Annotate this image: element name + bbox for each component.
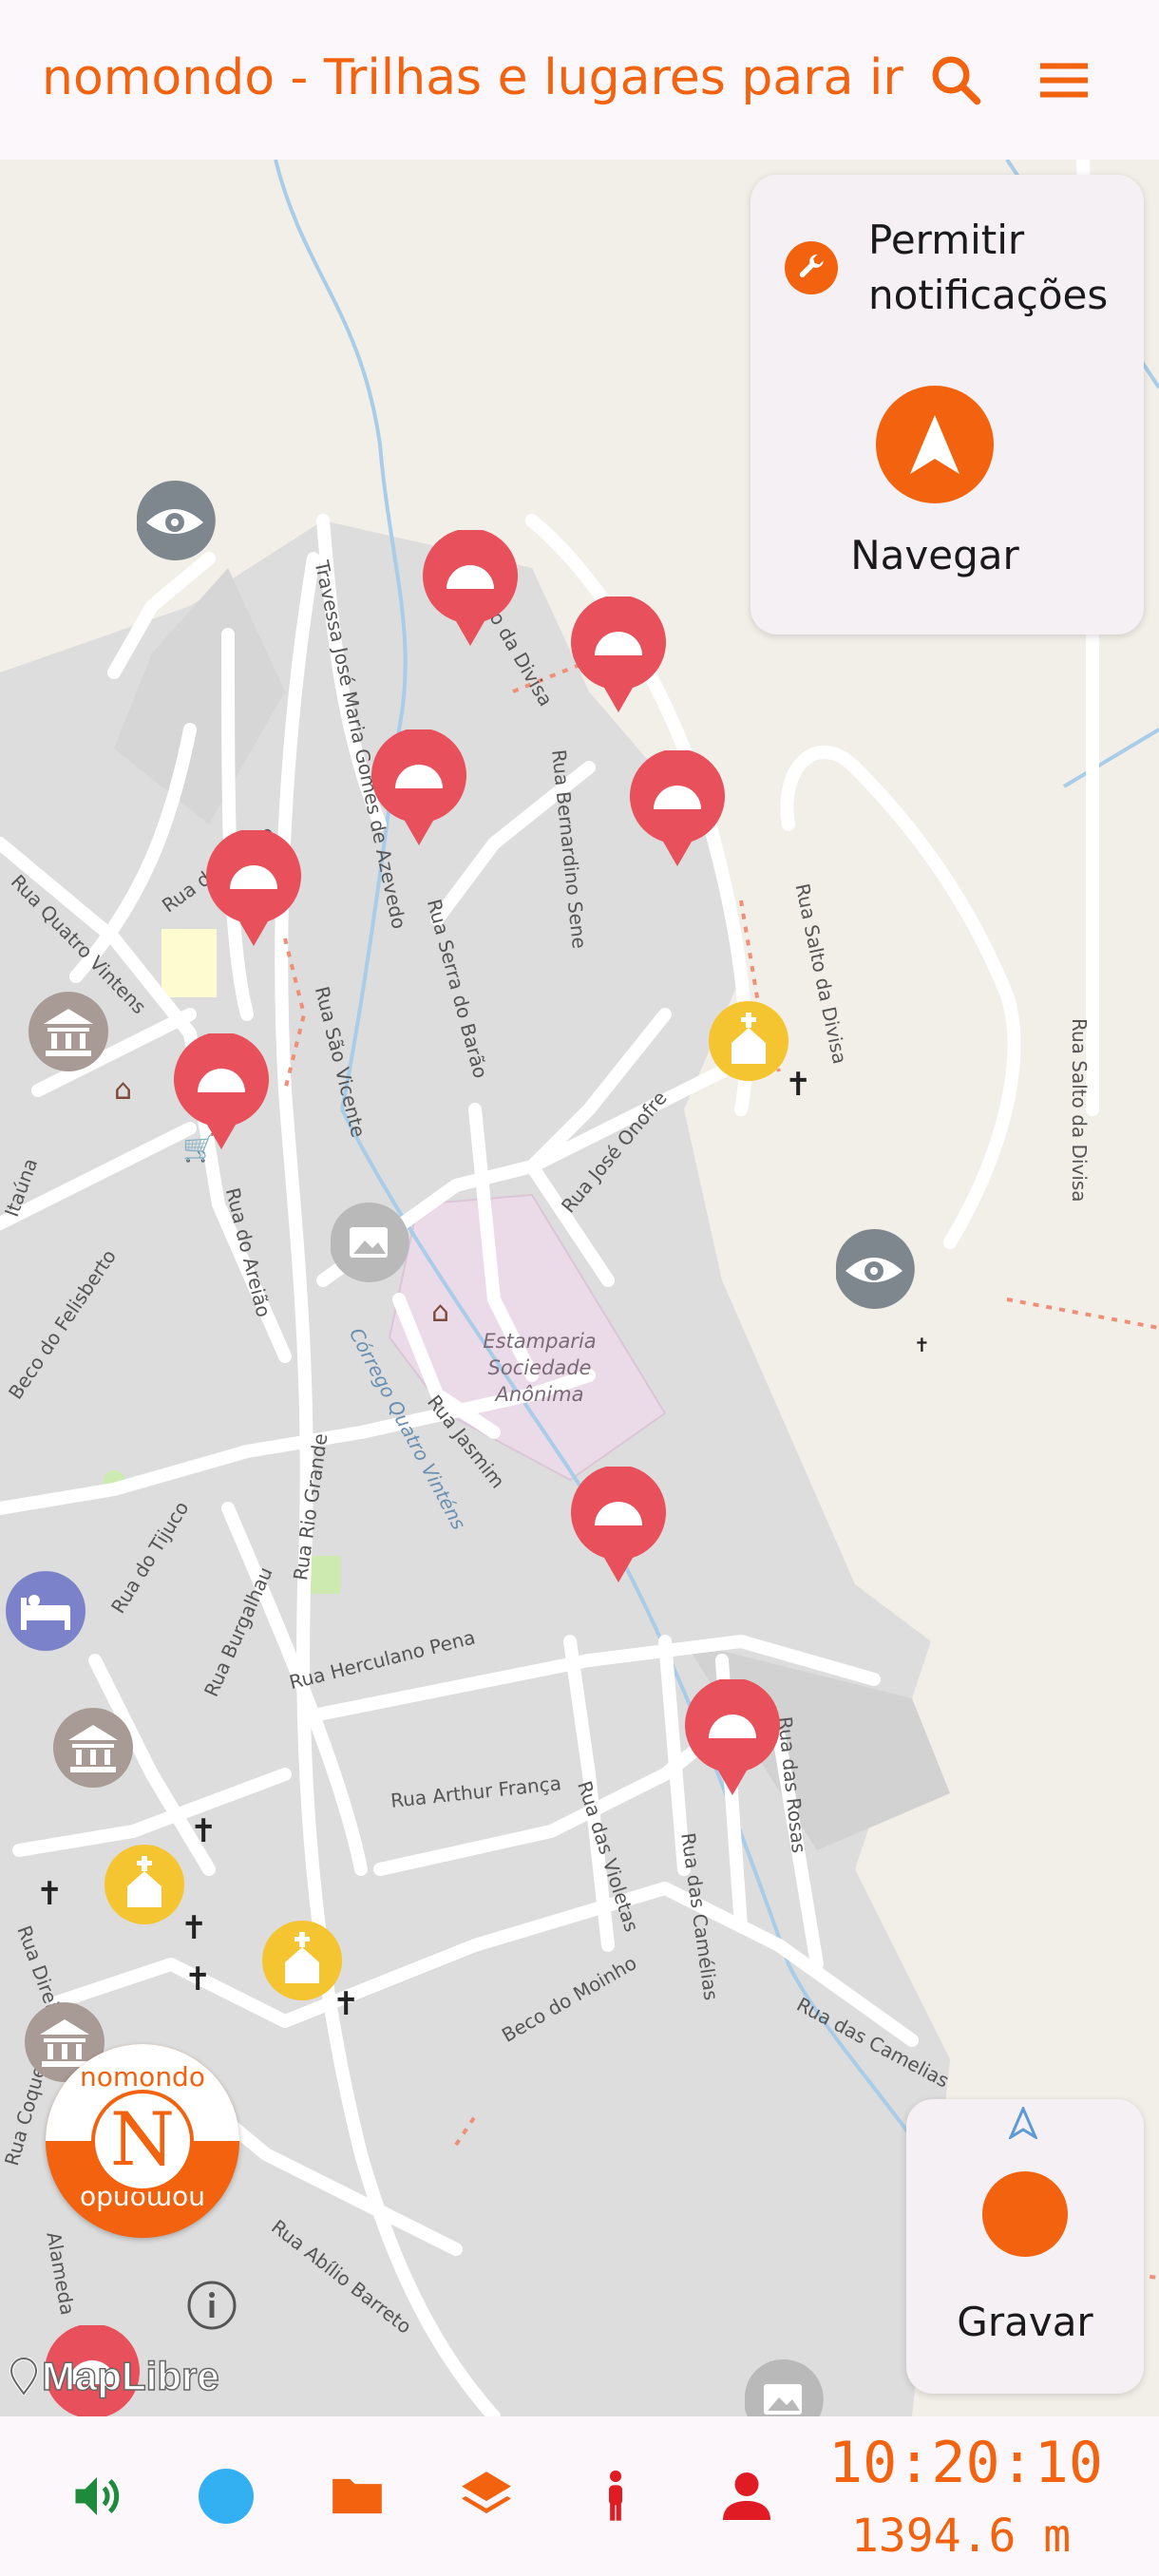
historic-building-icon: ⌂	[114, 1073, 133, 1107]
badge-letter: N	[109, 2097, 176, 2183]
bottom-bar: 10:20:10 1394.6 m	[0, 2416, 1159, 2576]
cross-icon: ✝	[184, 1960, 212, 1998]
compass-icon	[1007, 2105, 1039, 2141]
layers-icon[interactable]	[448, 2458, 524, 2534]
museum-icon[interactable]	[27, 990, 110, 1077]
attribution-text: MapLibre	[41, 2353, 219, 2399]
poi-pin[interactable]	[422, 528, 519, 648]
navigate-button[interactable]: Navegar	[800, 386, 1047, 595]
poi-pin[interactable]	[205, 828, 302, 948]
cross-icon: ✝	[190, 1812, 218, 1850]
record-button[interactable]: Gravar	[906, 2099, 1144, 2394]
folder-icon[interactable]	[319, 2458, 395, 2534]
photo-icon[interactable]	[327, 1201, 410, 1288]
industrial-icon: ⌂	[431, 1296, 450, 1329]
brand-badge[interactable]: nomondo nomondo N	[46, 2044, 239, 2238]
menu-icon[interactable]	[1026, 42, 1102, 118]
wrench-icon	[785, 241, 838, 294]
notifications-label: Permitir notificações	[868, 217, 1109, 318]
person-walk-icon[interactable]	[578, 2458, 654, 2534]
cross-icon: ✝	[332, 1985, 360, 2023]
church-icon[interactable]	[260, 1919, 344, 2006]
record-panel: Gravar	[906, 2099, 1144, 2394]
maplibre-logo: MapLibre	[10, 2350, 219, 2403]
area-label: Estamparia Sociedade Anônima	[483, 1330, 597, 1406]
search-icon[interactable]	[918, 42, 994, 118]
badge-top-text: nomondo	[80, 2061, 205, 2093]
clock-readout: 10:20:10	[828, 2430, 1103, 2496]
poi-pin[interactable]	[570, 595, 667, 714]
map-view[interactable]: Rua Salto da Divisa Rua Salto da Divisa …	[0, 160, 1159, 2416]
cross-icon: ✝	[180, 1909, 208, 1947]
poi-pin[interactable]	[629, 748, 726, 868]
shop-cart-icon: 🛒	[182, 1132, 216, 1164]
cross-icon: ✝	[914, 1334, 930, 1356]
info-icon[interactable]	[186, 2280, 238, 2331]
church-icon[interactable]	[103, 1843, 186, 1930]
viewpoint-eye-icon[interactable]	[832, 1227, 916, 1315]
cross-icon: ✝	[36, 1875, 64, 1913]
distance-readout: 1394.6 m	[851, 2510, 1072, 2563]
location-dot-icon[interactable]	[188, 2458, 264, 2534]
church-icon[interactable]	[707, 999, 790, 1087]
user-icon[interactable]	[709, 2458, 785, 2534]
viewpoint-eye-icon[interactable]	[133, 479, 217, 566]
record-dot-icon	[982, 2171, 1068, 2257]
sound-icon[interactable]	[59, 2458, 135, 2534]
poi-pin[interactable]	[570, 1465, 667, 1584]
hotel-bed-icon[interactable]	[4, 1569, 87, 1657]
notifications-button[interactable]: Permitir notificações	[785, 213, 1136, 318]
app-bar: nomondo - Trilhas e lugares para ir	[0, 0, 1159, 160]
record-label: Gravar	[957, 2299, 1093, 2345]
poi-pin[interactable]	[370, 728, 467, 847]
cross-icon: ✝	[785, 1066, 812, 1104]
street-label: Rua Salto da Divisa	[1068, 1018, 1091, 1203]
photo-icon[interactable]	[741, 2358, 825, 2416]
app-title: nomondo - Trilhas e lugares para ir	[42, 49, 903, 106]
top-right-panel: Permitir notificações Navegar	[750, 175, 1144, 635]
poi-pin[interactable]	[684, 1677, 781, 1797]
museum-icon[interactable]	[51, 1706, 135, 1793]
navigate-label: Navegar	[850, 532, 1019, 578]
navigation-arrow-icon	[876, 386, 994, 503]
